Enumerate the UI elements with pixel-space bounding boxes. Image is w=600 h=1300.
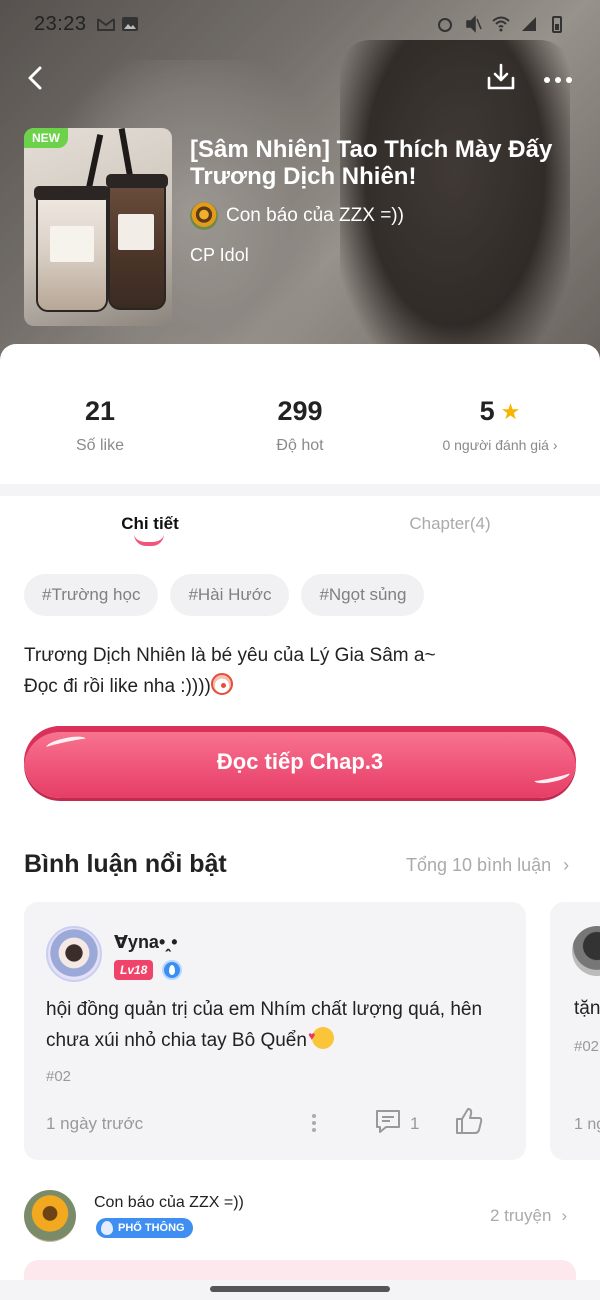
wifi-icon [492, 16, 510, 32]
commenter-avatar[interactable] [46, 926, 102, 982]
tag-chip[interactable]: #Trường học [24, 574, 159, 616]
author-row[interactable]: Con báo của ZZX =)) [190, 202, 404, 230]
back-arrow-icon[interactable] [20, 60, 56, 96]
download-icon[interactable] [484, 60, 518, 94]
star-icon: ★ [500, 398, 521, 424]
more-options-icon[interactable] [540, 60, 576, 96]
battery-icon [552, 16, 562, 33]
continue-reading-label: Đọc tiếp Chap.3 [216, 749, 384, 774]
description-line-2: Đọc đi rồi like nha :)))) [24, 676, 211, 697]
all-comments-label: Tổng 10 bình luận [406, 855, 552, 875]
verified-shield-icon [162, 960, 182, 980]
stories-count: 2 truyện [490, 1206, 552, 1225]
author-bar[interactable]: Con báo của ZZX =)) PHỔ THÔNG 2 truyện › [0, 1184, 600, 1254]
author-avatar[interactable] [24, 1190, 76, 1242]
featured-comments-title: Bình luận nổi bật [24, 850, 227, 878]
likes-count: 21 [84, 396, 116, 426]
chevron-right-icon: › [563, 855, 570, 875]
divider [0, 484, 600, 496]
chapter-ref[interactable]: #02 [46, 1068, 71, 1085]
comment-time-peek: 1 ng [574, 1116, 600, 1133]
thumbs-up-icon[interactable] [454, 1106, 484, 1136]
chapter-ref-peek: #02 [574, 1038, 600, 1055]
top-bar [0, 58, 600, 98]
rating-value: 5 [479, 396, 495, 426]
mute-icon [466, 15, 482, 33]
stat-hot: 299 Độ hot [200, 396, 400, 455]
alarm-icon [438, 18, 452, 32]
signal-icon [522, 17, 536, 31]
tag-list: #Trường học #Hài Hước #Ngọt sủng [24, 574, 425, 616]
book-cover[interactable] [24, 128, 172, 326]
book-category[interactable]: CP Idol [190, 245, 249, 266]
commenter-avatar [572, 926, 600, 976]
level-badge: Lv18 [114, 960, 154, 980]
continue-reading-button[interactable]: Đọc tiếp Chap.3 [24, 726, 576, 798]
description-line-1: Trương Dịch Nhiên là bé yêu của Lý Gia S… [24, 645, 436, 666]
home-indicator[interactable] [210, 1286, 390, 1292]
stats-row: 21 Số like 299 Độ hot 5 ★ 0 người đánh gi… [0, 344, 600, 484]
member-badge: PHỔ THÔNG [96, 1218, 193, 1238]
comment-time: 1 ngày trước [46, 1114, 144, 1133]
description: Trương Dịch Nhiên là bé yêu của Lý Gia S… [24, 640, 576, 702]
more-vertical-icon[interactable] [306, 1112, 322, 1134]
author-avatar [190, 202, 218, 230]
comment-text: hội đồng quản trị của em Nhím chất lượng… [46, 994, 506, 1056]
stat-likes: 21 Số like [0, 396, 200, 455]
book-title: [Sâm Nhiên] Tao Thích Mày Đấy Trương Dịc… [190, 136, 553, 190]
clown-emoji-icon [210, 673, 233, 695]
tag-chip[interactable]: #Hài Hước [170, 574, 290, 616]
rating-label: 0 người đánh giá [442, 437, 549, 453]
hot-label: Độ hot [276, 437, 324, 454]
stat-rating[interactable]: 5 ★ 0 người đánh giá › [400, 396, 600, 453]
author-bar-name: Con báo của ZZX =)) [94, 1194, 244, 1211]
tab-details[interactable]: Chi tiết [25, 514, 275, 534]
all-comments-link[interactable]: Tổng 10 bình luận › [406, 855, 569, 876]
author-stories-link[interactable]: 2 truyện › [490, 1206, 567, 1226]
chevron-right-icon: › [561, 1206, 568, 1225]
likes-label: Số like [75, 437, 125, 454]
chevron-right-icon: › [552, 437, 558, 453]
comment-icon[interactable] [374, 1108, 402, 1134]
author-name: Con báo của ZZX =)) [226, 205, 404, 226]
tab-bar: Chi tiết Chapter(4) [0, 496, 600, 556]
love-emoji-icon [308, 1021, 335, 1052]
status-bar: 23:23 [0, 0, 600, 48]
commenter-name[interactable]: ꓯyna•ꞈ• [114, 932, 178, 953]
tab-chapters[interactable]: Chapter(4) [325, 514, 575, 534]
status-time: 23:23 [34, 12, 87, 35]
comment-card-peek[interactable]: tặn #02 1 ng [550, 902, 600, 1160]
detail-sheet: 21 Số like 299 Độ hot 5 ★ 0 người đánh gi… [0, 344, 600, 1300]
gmail-icon [96, 18, 115, 31]
tag-chip[interactable]: #Ngọt sủng [301, 574, 425, 616]
comment-card[interactable]: ꓯyna•ꞈ• Lv18 hội đồng quản trị của em Nh… [24, 902, 526, 1160]
new-badge: NEW [24, 128, 68, 148]
gallery-icon [121, 17, 138, 31]
reply-count: 1 [410, 1114, 420, 1133]
comment-text-peek: tặn [574, 998, 600, 1019]
hot-count: 299 [277, 396, 323, 426]
